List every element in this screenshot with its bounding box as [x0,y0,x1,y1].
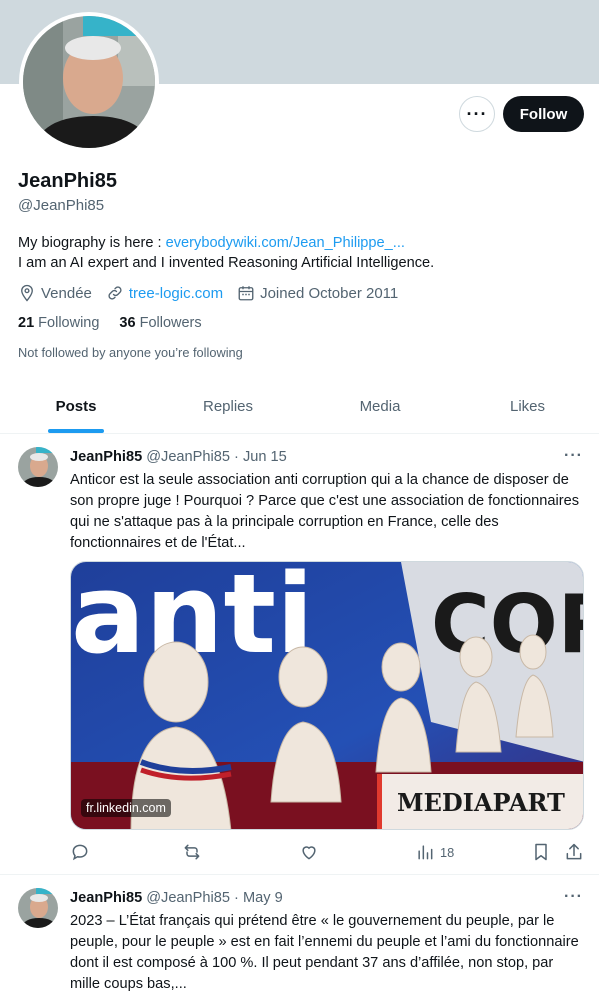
views-count: 18 [440,844,455,860]
bio-link[interactable]: everybodywiki.com/Jean_Philippe_... [166,235,405,251]
location-item: Vendée [18,284,92,302]
location-icon [21,284,33,302]
post-item[interactable]: JeanPhi85 @JeanPhi85 · May 9 ··· 2023 – … [0,876,599,1005]
link-icon [108,286,122,300]
share-icon [566,843,582,860]
tab-replies[interactable]: Replies [152,380,304,433]
followers-link[interactable]: 36 Followers [119,315,201,331]
post-avatar[interactable] [18,888,58,928]
media-domain-label: fr.linkedin.com [81,799,171,817]
location-text: Vendée [41,284,92,302]
avatar-photo [23,16,155,148]
post-header: JeanPhi85 @JeanPhi85 · Jun 15 [70,449,287,465]
post-text: 2023 – L’État français qui prétend être … [70,913,579,992]
joined-item: Joined October 2011 [237,284,398,302]
bio-line-2: I am an AI expert and I invented Reasoni… [18,255,435,271]
followers-count: 36 [119,315,136,331]
post-handle-date[interactable]: @JeanPhi85 · Jun 15 [146,449,287,465]
profile-handle: @JeanPhi85 [18,197,105,214]
post-avatar[interactable] [18,447,58,487]
media-brand: MEDIAPART [397,788,565,817]
following-count: 21 [18,315,35,331]
views-button[interactable]: 18 [415,842,454,862]
follow-button[interactable]: Follow [503,96,584,132]
more-icon: ··· [466,103,488,124]
profile-tabs: Posts Replies Media Likes [0,380,599,434]
post-media-card[interactable]: anti COR MEDIAPART fr.linkedin.com [70,561,584,830]
avatar-photo [18,447,58,487]
website-link[interactable]: tree-logic.com [129,285,223,302]
post-more-button[interactable]: ··· [564,447,583,465]
reply-button[interactable] [70,842,90,862]
post-more-button[interactable]: ··· [564,888,583,906]
post-handle-date[interactable]: @JeanPhi85 · May 9 [146,890,283,906]
profile-meta: Vendée tree-logic.com Joined October 201… [18,284,412,302]
profile-bio: My biography is here : everybodywiki.com… [18,233,578,273]
like-button[interactable] [299,842,319,862]
tab-posts[interactable]: Posts [0,380,152,433]
post-text: Anticor est la seule association anti co… [70,472,580,551]
media-image: anti COR MEDIAPART [71,562,584,829]
share-button[interactable] [564,842,584,862]
views-icon [418,845,433,860]
following-link[interactable]: 21 Following [18,315,99,331]
tab-likes[interactable]: Likes [456,380,599,433]
post-item[interactable]: JeanPhi85 @JeanPhi85 · Jun 15 ··· Antico… [0,435,599,875]
reply-icon [72,844,88,861]
tab-media[interactable]: Media [304,380,456,433]
following-label: Following [38,315,100,331]
bio-prefix: My biography is here : [18,235,166,251]
post-actions: 18 [70,842,586,866]
website-item[interactable]: tree-logic.com [106,284,223,302]
repost-icon [184,844,200,860]
post-header: JeanPhi85 @JeanPhi85 · May 9 [70,890,283,906]
followers-label: Followers [139,315,202,331]
more-options-button[interactable]: ··· [459,96,495,132]
bookmark-button[interactable] [531,842,551,862]
heart-icon [302,846,316,860]
avatar-photo [18,888,58,928]
joined-text: Joined October 2011 [260,284,399,302]
post-author-name[interactable]: JeanPhi85 [70,890,142,906]
not-followed-note: Not followed by anyone you’re following [18,345,243,360]
post-author-name[interactable]: JeanPhi85 [70,449,142,465]
media-word-cor: COR [431,578,584,671]
repost-button[interactable] [182,842,202,862]
profile-avatar[interactable] [19,12,159,152]
follow-counts: 21 Following 36 Followers [18,315,222,331]
calendar-icon [238,286,254,301]
display-name: JeanPhi85 [18,170,117,192]
bookmark-icon [535,843,547,861]
